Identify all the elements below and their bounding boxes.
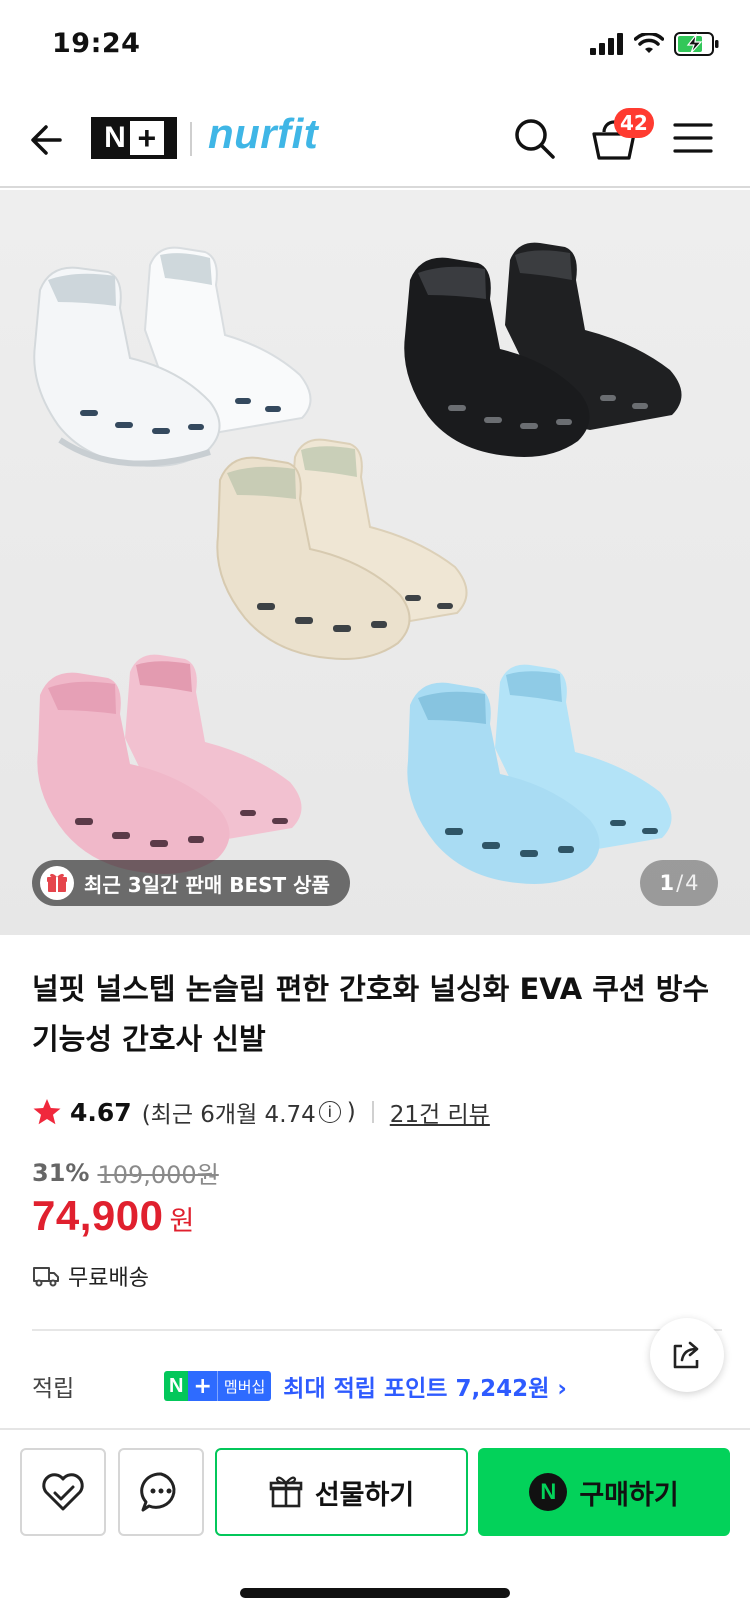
wishlist-button[interactable] bbox=[20, 1448, 106, 1536]
chat-bubble-icon bbox=[140, 1472, 176, 1512]
gift-box-icon bbox=[40, 866, 74, 900]
best-seller-text: 최근 3일간 판매 BEST 상품 bbox=[84, 872, 330, 897]
heart-check-icon bbox=[42, 1473, 84, 1511]
store-name[interactable]: nurfit bbox=[208, 110, 318, 158]
discount-row: 31% 109,000원 bbox=[32, 1155, 219, 1190]
beige-clog-pair bbox=[216, 438, 468, 660]
naver-pay-n-icon: N bbox=[529, 1473, 568, 1511]
sale-price-row: 74,900 원 bbox=[32, 1192, 194, 1240]
arrow-left-icon bbox=[31, 125, 62, 155]
talk-talk-button[interactable] bbox=[118, 1448, 204, 1536]
np-plus: + bbox=[188, 1371, 217, 1401]
white-clog-pair bbox=[33, 246, 312, 467]
pink-clog-pair bbox=[37, 654, 302, 874]
gift-button[interactable]: 선물하기 bbox=[215, 1448, 468, 1536]
menu-button[interactable] bbox=[672, 120, 714, 156]
cart-count-badge: 42 bbox=[614, 108, 654, 138]
delivery-truck-icon bbox=[33, 1267, 59, 1287]
app-header: N + nurfit 42 bbox=[0, 92, 750, 188]
sale-price-unit: 원 bbox=[169, 1206, 195, 1237]
points-label: 적립 bbox=[32, 1376, 75, 1402]
brand-badge-n: N bbox=[104, 121, 126, 154]
battery-charging-icon bbox=[674, 32, 719, 56]
search-icon bbox=[515, 119, 555, 159]
np-n: N bbox=[164, 1371, 189, 1401]
points-row[interactable]: 적립 N + 멤버십 최대 적립 포인트 7,242원 › bbox=[32, 1366, 722, 1406]
np-member: 멤버십 bbox=[216, 1371, 272, 1401]
hamburger-menu-icon bbox=[673, 123, 713, 153]
home-indicator[interactable] bbox=[240, 1588, 510, 1598]
discount-rate: 31% bbox=[32, 1158, 90, 1187]
page-current: 1 bbox=[659, 871, 675, 895]
best-seller-badge: 최근 3일간 판매 BEST 상품 bbox=[32, 860, 350, 906]
wifi-icon bbox=[634, 33, 664, 53]
page-total: 4 bbox=[685, 871, 699, 895]
info-icon[interactable]: i bbox=[318, 1101, 341, 1123]
review-count-link[interactable]: 21건 리뷰 bbox=[390, 1095, 490, 1129]
status-icons bbox=[590, 32, 720, 56]
black-clog-pair bbox=[404, 242, 682, 457]
product-image bbox=[33, 242, 682, 884]
star-icon bbox=[33, 1099, 61, 1125]
gift-label: 선물하기 bbox=[314, 1479, 415, 1511]
buy-button[interactable]: N 구매하기 bbox=[478, 1448, 730, 1536]
recent-rating: (최근 6개월 4.74 bbox=[141, 1102, 316, 1128]
rating-value: 4.67 bbox=[70, 1097, 132, 1127]
status-time: 19:24 bbox=[52, 28, 141, 59]
blue-clog-pair bbox=[407, 664, 672, 884]
naver-plus-membership-badge: N + 멤버십 bbox=[164, 1371, 272, 1401]
recent-rating-close: ) bbox=[346, 1099, 356, 1125]
delivery-info: 무료배송 bbox=[32, 1260, 149, 1292]
product-title: 널핏 널스텝 논슬립 편한 간호화 널싱화 EVA 쿠션 방수 기능성 간호사 … bbox=[32, 972, 710, 1056]
status-bar: 19:24 bbox=[0, 0, 750, 88]
gift-icon bbox=[269, 1476, 303, 1508]
back-button[interactable] bbox=[26, 118, 70, 162]
original-price: 109,000원 bbox=[97, 1161, 219, 1189]
max-points-text[interactable]: 최대 적립 포인트 7,242원 › bbox=[283, 1369, 567, 1403]
page-separator: / bbox=[676, 871, 684, 895]
brand-badge-plus: + bbox=[129, 121, 164, 155]
product-image-gallery[interactable]: 최근 3일간 판매 BEST 상품 1 / 4 bbox=[0, 190, 750, 935]
search-button[interactable] bbox=[512, 116, 558, 162]
buy-label: 구매하기 bbox=[579, 1479, 679, 1511]
brand-divider bbox=[190, 122, 192, 156]
sale-price: 74,900 bbox=[32, 1192, 164, 1239]
section-divider bbox=[32, 1329, 722, 1331]
image-page-indicator: 1 / 4 bbox=[640, 860, 718, 906]
signal-icon bbox=[590, 33, 623, 55]
delivery-text: 무료배송 bbox=[68, 1266, 149, 1291]
rating-separator bbox=[371, 1101, 374, 1123]
naver-plus-store-logo[interactable]: N + bbox=[91, 117, 177, 159]
rating-row: 4.67 (최근 6개월 4.74 i ) 21건 리뷰 bbox=[32, 1092, 490, 1132]
